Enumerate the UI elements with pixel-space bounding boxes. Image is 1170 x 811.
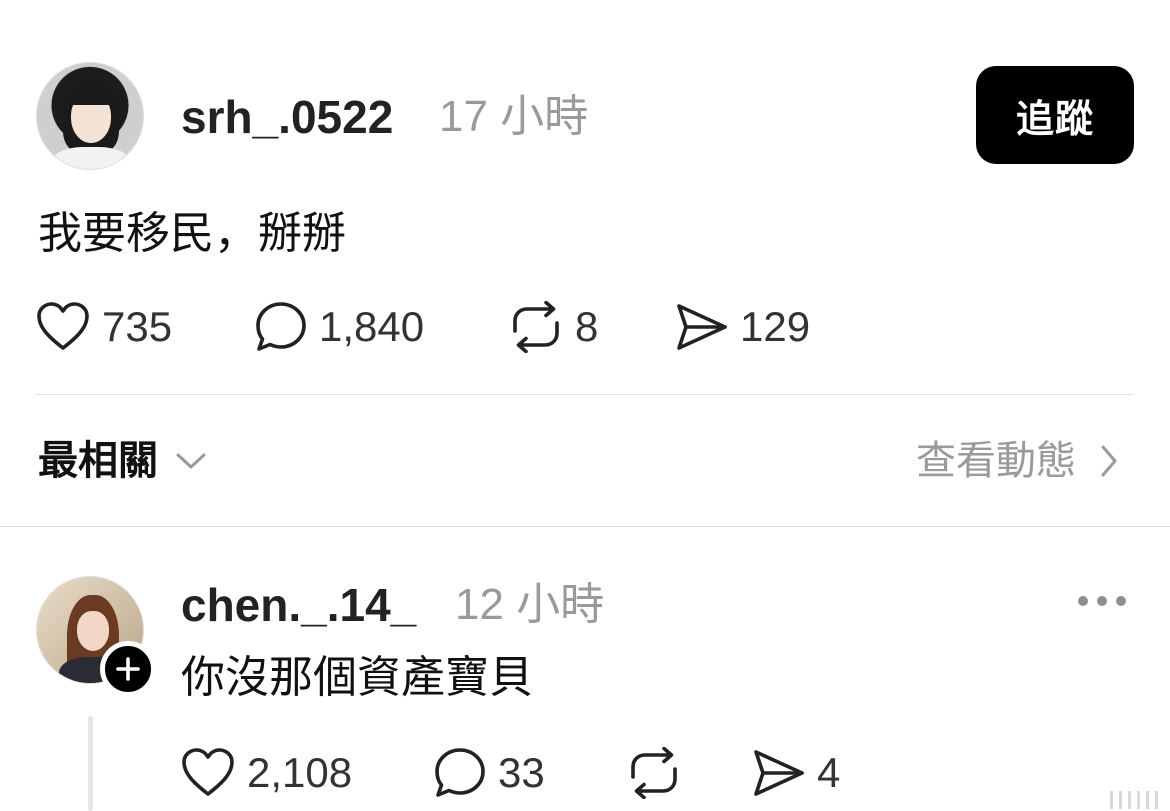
send-icon xyxy=(754,750,804,796)
view-activity-label: 查看動態 xyxy=(916,438,1076,484)
repost-count: 8 xyxy=(575,303,599,350)
more-dot xyxy=(1078,596,1088,606)
more-dot xyxy=(1097,596,1107,606)
plus-icon xyxy=(116,657,140,681)
post-author-username[interactable]: srh_.0522 xyxy=(181,94,393,140)
repost-icon xyxy=(513,301,559,353)
comment-button[interactable]: 1,840 xyxy=(255,299,424,355)
reply-repost-button[interactable] xyxy=(627,745,681,801)
avatar-shirt xyxy=(51,147,131,169)
watermark-bar xyxy=(1128,791,1131,809)
more-horizontal-icon[interactable] xyxy=(1078,588,1126,614)
send-icon xyxy=(677,304,727,350)
repost-button[interactable]: 8 xyxy=(509,299,598,355)
thread-line xyxy=(88,716,93,811)
reply-comment-button[interactable]: 33 xyxy=(434,745,545,801)
chevron-down-icon xyxy=(176,453,206,469)
like-button[interactable]: 735 xyxy=(36,299,172,355)
reply-text: 你沒那個資產寶貝 xyxy=(181,652,533,703)
watermark-bar xyxy=(1137,791,1140,809)
reply-comment-count: 33 xyxy=(498,749,545,796)
post-text: 我要移民，掰掰 xyxy=(38,208,346,259)
post-divider xyxy=(36,394,1134,395)
sort-dropdown[interactable]: 最相關 xyxy=(38,438,208,484)
reply-author-username[interactable]: chen._.14_ xyxy=(181,582,416,628)
like-count: 735 xyxy=(102,303,173,350)
avatar-bangs xyxy=(69,85,113,105)
reply-timestamp: 12 小時 xyxy=(455,580,605,629)
comment-bubble-icon xyxy=(256,302,306,351)
view-activity-link[interactable]: 查看動態 xyxy=(916,438,1120,484)
watermark-bar xyxy=(1146,791,1149,809)
chevron-right-icon xyxy=(1101,445,1117,477)
share-count: 129 xyxy=(740,303,811,350)
share-button[interactable]: 129 xyxy=(676,299,810,355)
watermark-bar xyxy=(1155,791,1158,809)
heart-icon xyxy=(37,302,89,350)
reply-like-count: 2,108 xyxy=(247,749,353,796)
follow-button[interactable]: 追蹤 xyxy=(976,66,1134,164)
watermark-bar xyxy=(1119,791,1122,809)
reply-share-button[interactable]: 4 xyxy=(753,745,840,801)
watermark-bar xyxy=(1110,791,1113,809)
watermark xyxy=(1110,791,1158,809)
section-divider xyxy=(0,526,1170,527)
comment-bubble-icon xyxy=(435,748,485,797)
repost-icon xyxy=(631,747,677,799)
reply-like-button[interactable]: 2,108 xyxy=(181,745,352,801)
sort-label: 最相關 xyxy=(38,438,158,484)
reply-share-count: 4 xyxy=(817,749,841,796)
follow-badge[interactable] xyxy=(100,641,156,697)
more-dot xyxy=(1116,596,1126,606)
heart-icon xyxy=(182,748,234,796)
comment-count: 1,840 xyxy=(319,303,425,350)
post-author-avatar[interactable] xyxy=(36,62,144,170)
post-timestamp: 17 小時 xyxy=(439,92,589,141)
avatar-face xyxy=(77,611,109,651)
